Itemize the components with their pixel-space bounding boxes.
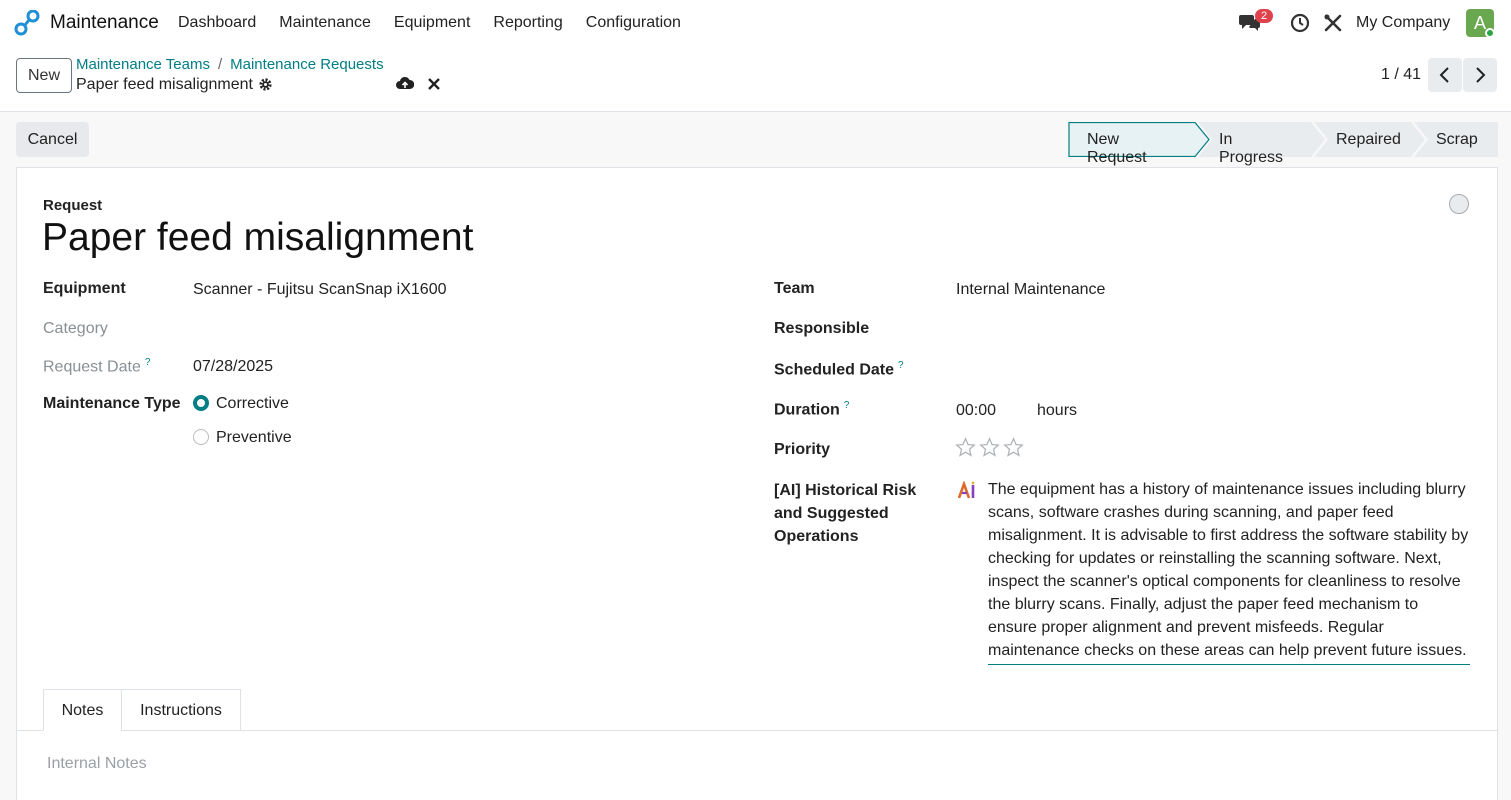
cancel-button[interactable]: Cancel [16, 122, 89, 157]
help-tooltip-icon[interactable]: ? [145, 357, 151, 368]
stage-scrap[interactable]: Scrap [1436, 131, 1478, 149]
request-title-field[interactable]: Paper feed misalignment [42, 216, 473, 260]
request-date-label: Request Date? [43, 357, 150, 376]
online-status-dot [1485, 28, 1495, 38]
maintenance-type-label: Maintenance Type [43, 395, 181, 412]
ai-risk-label: [AI] Historical Risk and Suggested Opera… [774, 482, 917, 545]
equipment-field[interactable]: Scanner - Fujitsu ScanSnap iX1600 [193, 281, 446, 299]
stage-in-progress[interactable]: In Progress [1219, 131, 1283, 167]
breadcrumb: Maintenance Teams / Maintenance Requests [76, 56, 384, 73]
ai-icon [958, 481, 975, 499]
breadcrumb-maintenance-requests[interactable]: Maintenance Requests [230, 56, 383, 73]
chevron-right-icon [1476, 67, 1486, 83]
menu-configuration[interactable]: Configuration [586, 14, 681, 32]
request-date-field[interactable]: 07/28/2025 [193, 358, 273, 376]
breadcrumb-current-record: Paper feed misalignment [76, 76, 253, 93]
category-label: Category [43, 320, 108, 337]
preventive-option-label[interactable]: Preventive [216, 429, 292, 447]
control-panel: New Maintenance Teams / Maintenance Reques… [0, 46, 1511, 112]
discard-icon[interactable] [428, 78, 440, 90]
breadcrumb-separator: / [217, 56, 223, 73]
main-menu: Dashboard Maintenance Equipment Reportin… [178, 14, 704, 32]
duration-label: Duration? [774, 400, 849, 419]
pager-previous-button[interactable] [1428, 58, 1462, 92]
corrective-option-label[interactable]: Corrective [216, 395, 289, 413]
tab-instructions[interactable]: Instructions [121, 689, 241, 731]
request-date-label-text: Request Date [43, 358, 141, 376]
duration-field[interactable]: 00:00 [956, 402, 996, 420]
company-switcher[interactable]: My Company [1356, 14, 1450, 32]
responsible-label: Responsible [774, 320, 870, 337]
scheduled-date-label: Scheduled Date? [774, 360, 904, 379]
priority-star-icon[interactable] [955, 437, 976, 458]
stage-new-request[interactable]: New Request [1087, 131, 1147, 167]
priority-label: Priority [774, 441, 831, 458]
request-label: Request [43, 197, 103, 214]
pager-value[interactable]: 1 / 41 [1381, 66, 1421, 84]
pager-next-button[interactable] [1463, 58, 1497, 92]
stage-repaired[interactable]: Repaired [1336, 131, 1401, 149]
ai-risk-field[interactable]: The equipment has a history of maintenan… [988, 478, 1470, 665]
app-name[interactable]: Maintenance [50, 12, 159, 34]
top-navbar: Maintenance Dashboard Maintenance Equipm… [0, 0, 1511, 46]
scheduled-date-label-text: Scheduled Date [774, 361, 895, 379]
radio-corrective[interactable] [193, 395, 209, 411]
duration-label-text: Duration [774, 401, 840, 419]
equipment-label: Equipment [43, 280, 126, 297]
priority-star-icon[interactable] [979, 437, 1000, 458]
duration-unit: hours [1037, 402, 1078, 419]
radio-preventive[interactable] [193, 429, 209, 445]
menu-reporting[interactable]: Reporting [493, 14, 562, 32]
tools-icon[interactable] [1323, 13, 1343, 33]
chevron-left-icon [1439, 67, 1449, 83]
team-label: Team [774, 280, 815, 297]
app-logo-icon[interactable] [14, 10, 40, 36]
menu-equipment[interactable]: Equipment [394, 14, 471, 32]
help-tooltip-icon[interactable]: ? [844, 400, 850, 411]
chat-badge: 2 [1255, 9, 1274, 23]
priority-star-icon[interactable] [1003, 437, 1024, 458]
gear-icon[interactable] [258, 77, 273, 92]
tab-notes[interactable]: Notes [43, 689, 122, 731]
help-tooltip-icon[interactable]: ? [898, 360, 904, 371]
menu-dashboard[interactable]: Dashboard [178, 14, 256, 32]
menu-maintenance[interactable]: Maintenance [279, 14, 371, 32]
new-button[interactable]: New [16, 58, 72, 93]
kanban-state-toggle[interactable] [1449, 194, 1469, 214]
cloud-upload-icon[interactable] [396, 76, 414, 92]
clock-icon[interactable] [1290, 13, 1310, 33]
breadcrumb-maintenance-teams[interactable]: Maintenance Teams [76, 56, 210, 73]
internal-notes-field[interactable]: Internal Notes [47, 755, 147, 773]
team-field[interactable]: Internal Maintenance [956, 281, 1105, 299]
